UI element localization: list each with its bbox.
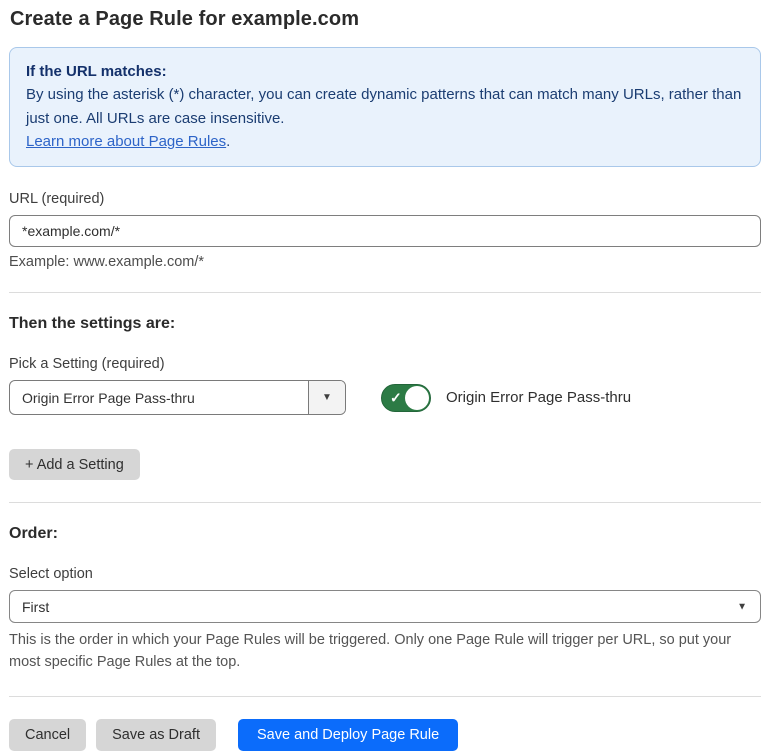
order-select-value: First bbox=[22, 598, 50, 615]
order-helper-text: This is the order in which your Page Rul… bbox=[9, 632, 732, 670]
info-box-body: By using the asterisk (*) character, you… bbox=[26, 86, 742, 127]
url-input[interactable] bbox=[9, 215, 761, 247]
save-and-deploy-button[interactable]: Save and Deploy Page Rule bbox=[237, 718, 459, 751]
url-match-info-box: If the URL matches: By using the asteris… bbox=[9, 47, 761, 167]
divider bbox=[9, 502, 761, 503]
setting-picker-label: Pick a Setting (required) bbox=[9, 356, 165, 372]
footer-actions: Cancel Save as Draft Save and Deploy Pag… bbox=[9, 718, 761, 751]
setting-row: Origin Error Page Pass-thru ▼ ✓ Origin E… bbox=[9, 380, 761, 415]
order-select[interactable]: First ▼ bbox=[9, 590, 761, 623]
setting-dropdown-value: Origin Error Page Pass-thru bbox=[22, 389, 195, 406]
setting-dropdown[interactable]: Origin Error Page Pass-thru ▼ bbox=[9, 380, 346, 415]
setting-toggle-label: Origin Error Page Pass-thru bbox=[446, 389, 632, 406]
url-field-helper: Example: www.example.com/* bbox=[9, 254, 205, 270]
order-section-heading: Order: bbox=[9, 525, 58, 542]
link-suffix: . bbox=[226, 132, 231, 150]
url-field-label: URL (required) bbox=[9, 191, 105, 207]
info-box-link-line: Learn more about Page Rules. bbox=[26, 130, 744, 153]
page-rule-form: Create a Page Rule for example.com If th… bbox=[0, 0, 770, 751]
divider bbox=[9, 695, 761, 697]
check-icon: ✓ bbox=[390, 389, 402, 406]
info-box-heading: If the URL matches: bbox=[26, 63, 167, 80]
settings-section-heading: Then the settings are: bbox=[9, 315, 176, 332]
save-as-draft-button[interactable]: Save as Draft bbox=[96, 718, 216, 751]
dropdown-caret-cell[interactable]: ▼ bbox=[308, 381, 345, 414]
page-title: Create a Page Rule for example.com bbox=[10, 8, 360, 30]
cancel-button[interactable]: Cancel bbox=[9, 718, 87, 751]
setting-toggle[interactable]: ✓ bbox=[381, 383, 431, 412]
order-select-label: Select option bbox=[9, 566, 93, 582]
caret-down-icon: ▼ bbox=[322, 392, 332, 403]
divider bbox=[9, 292, 761, 293]
setting-toggle-wrap: ✓ Origin Error Page Pass-thru bbox=[381, 383, 632, 412]
add-setting-button[interactable]: + Add a Setting bbox=[9, 449, 140, 480]
toggle-knob bbox=[405, 385, 429, 410]
learn-more-link[interactable]: Learn more about Page Rules bbox=[26, 133, 226, 150]
caret-down-icon: ▼ bbox=[737, 601, 747, 612]
